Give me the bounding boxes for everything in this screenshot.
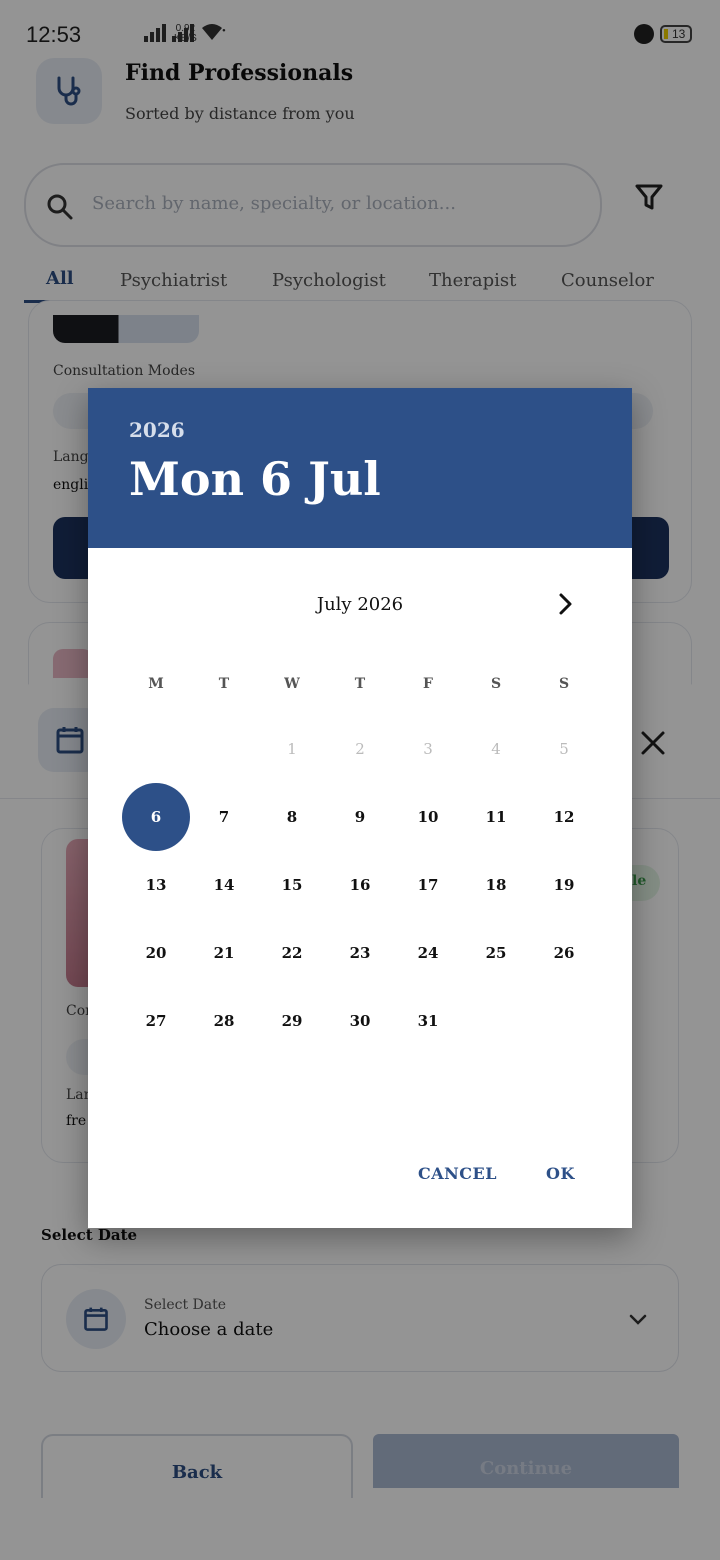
calendar-day[interactable]: 25 [462, 919, 530, 987]
date-picker-header: 2026 Mon 6 Jul [88, 388, 632, 548]
calendar-day[interactable]: 12 [530, 783, 598, 851]
weekday-label: T [354, 676, 366, 692]
calendar-day[interactable]: 22 [258, 919, 326, 987]
cancel-button[interactable]: CANCEL [418, 1164, 497, 1183]
weekday-label: W [284, 676, 300, 692]
chevron-right-icon[interactable] [552, 591, 578, 617]
calendar-day[interactable]: 10 [394, 783, 462, 851]
calendar-day[interactable]: 13 [122, 851, 190, 919]
weekday-label: M [148, 676, 164, 692]
calendar-day[interactable]: 27 [122, 987, 190, 1055]
calendar-day-disabled: 2 [355, 740, 365, 758]
calendar-day[interactable]: 20 [122, 919, 190, 987]
calendar-day[interactable]: 11 [462, 783, 530, 851]
ok-button[interactable]: OK [546, 1164, 575, 1183]
calendar-day-disabled: 5 [559, 740, 569, 758]
calendar-day[interactable]: 9 [326, 783, 394, 851]
calendar-day[interactable]: 19 [530, 851, 598, 919]
calendar-day-disabled: 1 [287, 740, 297, 758]
calendar-day[interactable]: 18 [462, 851, 530, 919]
weekday-label: F [423, 676, 433, 692]
calendar-day[interactable]: 21 [190, 919, 258, 987]
calendar-day[interactable]: 14 [190, 851, 258, 919]
calendar-day-disabled: 3 [423, 740, 433, 758]
weekday-label: S [490, 676, 502, 692]
calendar-day[interactable]: 24 [394, 919, 462, 987]
calendar-day[interactable]: 30 [326, 987, 394, 1055]
calendar-day[interactable]: 29 [258, 987, 326, 1055]
selected-year[interactable]: 2026 [129, 418, 185, 442]
calendar-day[interactable]: 16 [326, 851, 394, 919]
calendar-day[interactable]: 31 [394, 987, 462, 1055]
calendar-day[interactable]: 15 [258, 851, 326, 919]
calendar-day[interactable]: 8 [258, 783, 326, 851]
calendar-day[interactable]: 7 [190, 783, 258, 851]
calendar-day[interactable]: 28 [190, 987, 258, 1055]
weekday-label: S [558, 676, 570, 692]
selected-date: Mon 6 Jul [129, 452, 381, 506]
calendar-day[interactable]: 17 [394, 851, 462, 919]
calendar-day[interactable]: 23 [326, 919, 394, 987]
calendar-day-disabled: 4 [491, 740, 501, 758]
weekday-label: T [218, 676, 230, 692]
calendar-day-selected[interactable]: 6 [122, 783, 190, 851]
month-label: July 2026 [316, 594, 404, 615]
date-picker-dialog: 2026 Mon 6 Jul July 2026 M T W T F S S 1… [88, 388, 632, 1228]
calendar-day[interactable]: 26 [530, 919, 598, 987]
